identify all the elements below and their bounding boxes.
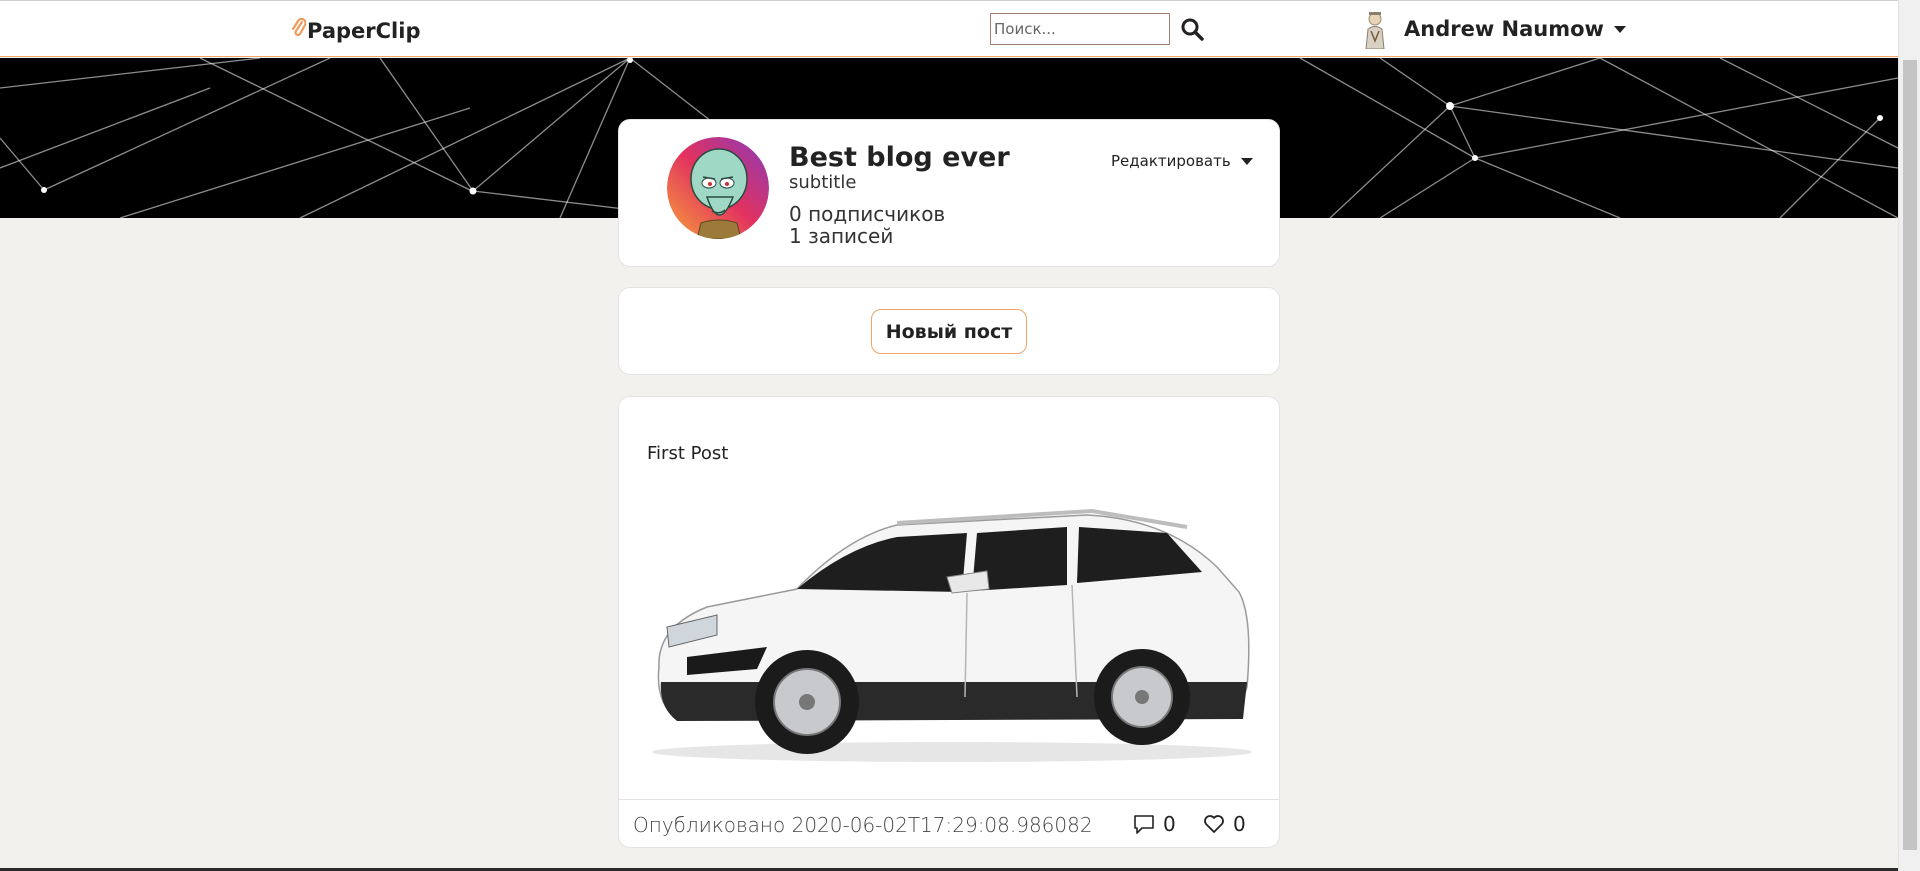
chevron-down-icon: [1240, 157, 1253, 165]
new-post-button[interactable]: Новый пост: [871, 309, 1027, 354]
edit-dropdown-button[interactable]: Редактировать: [1111, 152, 1253, 170]
likes-counter[interactable]: 0: [1203, 812, 1246, 836]
logo-text: PaperClip: [307, 18, 421, 43]
comments-counter[interactable]: 0: [1133, 812, 1176, 836]
post-published-date: Опубликовано 2020-06-02T17:29:08.986082: [633, 813, 1093, 837]
post-title[interactable]: First Post: [647, 443, 728, 464]
user-avatar: [1358, 9, 1392, 49]
search-icon: [1181, 18, 1204, 41]
logo[interactable]: PaperClip: [291, 17, 421, 44]
comment-icon: [1134, 815, 1154, 834]
posts-count: 1 записей: [789, 224, 894, 248]
scrollbar-thumb[interactable]: [1903, 60, 1917, 850]
subscribers-count: 0 подписчиков: [789, 202, 946, 226]
paperclip-icon: [291, 17, 307, 44]
search-button[interactable]: [1178, 15, 1206, 43]
blog-profile-card: Best blog ever subtitle 0 подписчиков 1 …: [618, 119, 1280, 267]
blog-subtitle: subtitle: [789, 172, 857, 193]
chevron-down-icon: [1613, 25, 1626, 33]
comments-count: 0: [1163, 812, 1176, 836]
post-footer: Опубликовано 2020-06-02T17:29:08.986082 …: [619, 799, 1279, 849]
edit-label: Редактировать: [1111, 152, 1231, 170]
search-form: [990, 13, 1206, 45]
blog-title: Best blog ever: [789, 142, 1010, 173]
user-name: Andrew Naumow: [1404, 17, 1604, 41]
user-menu[interactable]: Andrew Naumow: [1358, 9, 1626, 49]
post-image: [647, 497, 1257, 767]
likes-count: 0: [1233, 812, 1246, 836]
heart-icon: [1204, 815, 1224, 833]
search-input[interactable]: [990, 13, 1170, 45]
post-card[interactable]: First Post Опубликовано 2020-06-02T17:29…: [618, 396, 1280, 848]
blog-avatar: [667, 137, 769, 239]
new-post-card: Новый пост: [618, 287, 1280, 375]
page-scrollbar[interactable]: [1898, 0, 1920, 871]
top-navbar: PaperClip Andrew Naumow: [0, 0, 1898, 57]
